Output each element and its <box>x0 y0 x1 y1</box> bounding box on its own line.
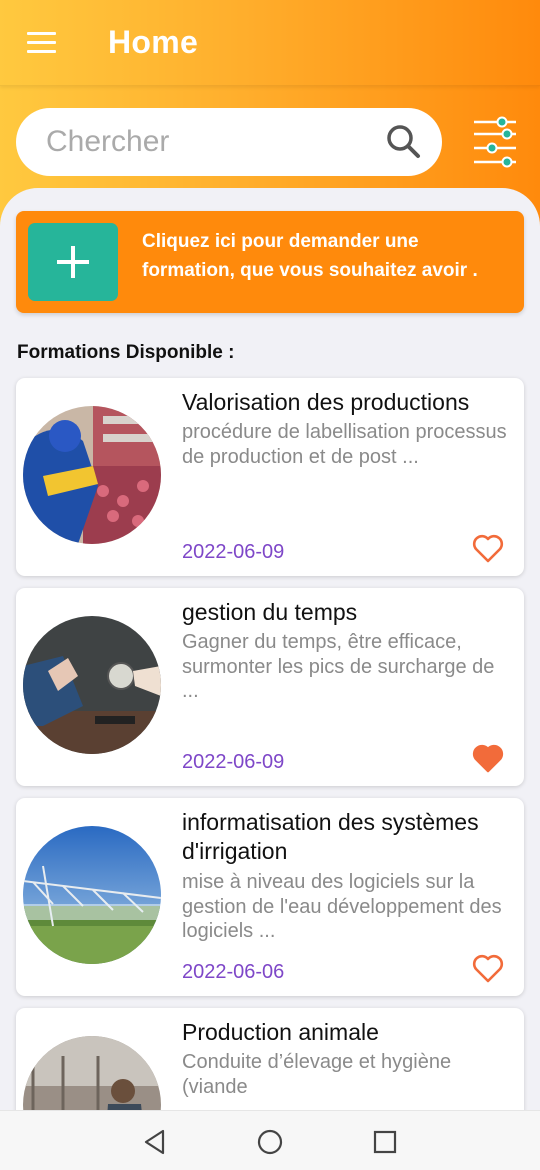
request-formation-banner[interactable]: Cliquez ici pour demander une formation,… <box>16 211 524 313</box>
formation-thumbnail <box>23 616 161 754</box>
heart-outline-icon[interactable] <box>472 954 504 984</box>
formation-card[interactable]: informatisation des systèmes d'irrigatio… <box>16 798 524 996</box>
search-icon[interactable] <box>386 124 422 160</box>
formation-description: Gagner du temps, être efficace, surmonte… <box>182 631 495 702</box>
formation-thumbnail <box>23 826 161 964</box>
heart-outline-icon[interactable] <box>472 534 504 564</box>
app-bar: Home <box>0 0 540 86</box>
formation-card[interactable]: gestion du temps Gagner du temps, être e… <box>16 588 524 786</box>
formation-description: procédure de labellisation processus de … <box>182 421 507 468</box>
formation-date: 2022-06-06 <box>182 961 285 983</box>
menu-icon[interactable] <box>27 32 57 54</box>
search-bar[interactable] <box>16 108 442 176</box>
back-icon[interactable] <box>143 1129 167 1155</box>
banner-text: Cliquez ici pour demander une formation,… <box>142 231 478 281</box>
formation-title: informatisation des systèmes d'irrigatio… <box>182 809 479 864</box>
add-button[interactable] <box>28 223 118 301</box>
formation-card[interactable]: Valorisation des productions procédure d… <box>16 378 524 576</box>
formation-description: Conduite d’élevage et hygiène (viande <box>182 1051 452 1098</box>
section-title: Formations Disponible : <box>17 342 235 363</box>
formation-date: 2022-06-09 <box>182 751 285 773</box>
filter-sliders-icon[interactable] <box>472 116 518 168</box>
formation-date: 2022-06-09 <box>182 541 285 563</box>
formation-title: Valorisation des productions <box>182 389 470 415</box>
heart-filled-icon[interactable] <box>472 744 504 774</box>
formation-title: gestion du temps <box>182 599 358 625</box>
system-navigation-bar <box>0 1110 540 1170</box>
formation-thumbnail <box>23 406 161 544</box>
search-input[interactable] <box>46 120 376 164</box>
formation-title: Production animale <box>182 1019 379 1045</box>
page-title: Home <box>108 24 199 60</box>
home-icon[interactable] <box>257 1129 283 1155</box>
formation-description: mise à niveau des logiciels sur la gesti… <box>182 871 502 942</box>
recents-icon[interactable] <box>373 1130 397 1154</box>
